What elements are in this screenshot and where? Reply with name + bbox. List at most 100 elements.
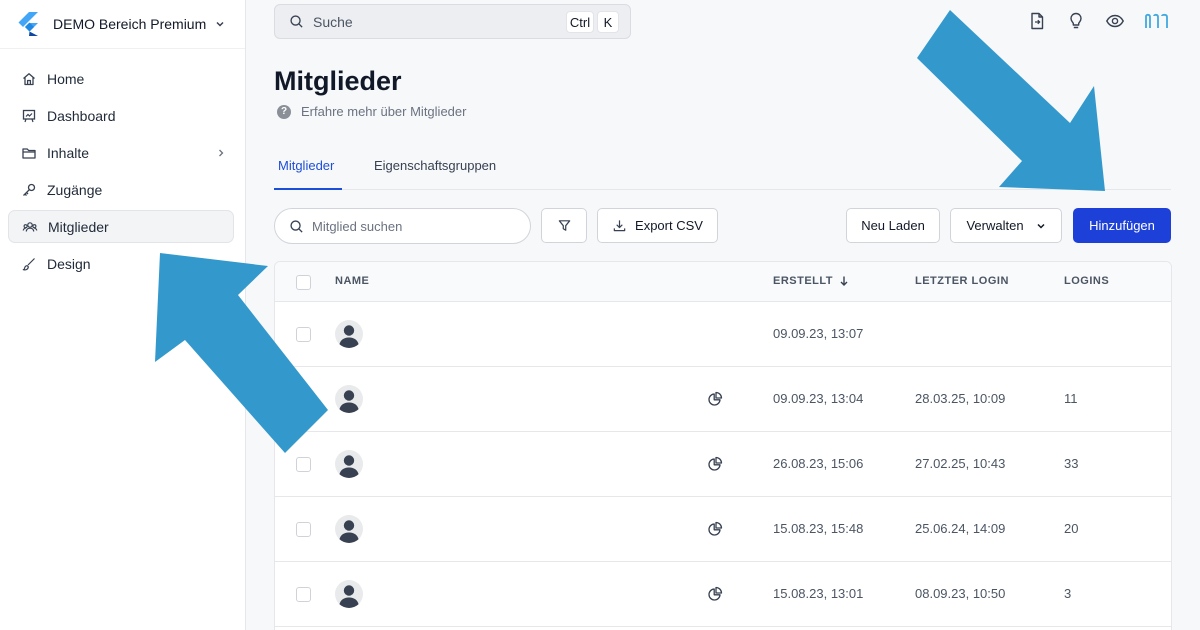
column-created[interactable]: ERSTELLT xyxy=(773,275,850,287)
created-cell: 09.09.23, 13:07 xyxy=(773,326,864,341)
global-search-label: Suche xyxy=(313,13,353,30)
column-name-label: NAME xyxy=(335,275,370,287)
filter-icon xyxy=(558,220,570,231)
last-login-cell: 28.03.25, 10:09 xyxy=(915,391,1006,406)
chevron-right-icon xyxy=(219,149,224,156)
brush-icon xyxy=(22,257,35,270)
sidebar-item-home[interactable]: Home xyxy=(8,62,234,95)
page-title: Mitglieder xyxy=(274,66,402,96)
search-icon xyxy=(290,219,303,233)
sidebar-item-label: Mitglieder xyxy=(48,218,109,235)
avatar xyxy=(335,580,363,608)
add-member-button[interactable]: Hinzufügen xyxy=(1073,208,1171,243)
row-checkbox[interactable] xyxy=(296,457,311,472)
user-silhouette-icon xyxy=(339,390,359,413)
manage-label: Verwalten xyxy=(966,218,1024,233)
sidebar-item-zugaenge[interactable]: Zugänge xyxy=(8,173,234,206)
last-login-cell: 25.06.24, 14:09 xyxy=(915,521,1006,536)
avatar xyxy=(335,320,363,348)
eye-icon xyxy=(1106,14,1124,28)
sidebar-item-label: Zugänge xyxy=(47,181,103,198)
table-row[interactable]: 15.08.23, 13:01 08.09.23, 10:50 3 xyxy=(275,562,1171,627)
sidebar-item-label: Home xyxy=(47,70,85,87)
created-cell: 26.08.23, 15:06 xyxy=(773,456,864,471)
last-login-cell: 27.02.25, 10:43 xyxy=(915,456,1006,471)
filter-button[interactable] xyxy=(541,208,587,243)
reload-label: Neu Laden xyxy=(861,218,925,233)
export-csv-button[interactable]: Export CSV xyxy=(597,208,718,243)
reload-button[interactable]: Neu Laden xyxy=(846,208,940,243)
sidebar-nav: Home Dashboard Inhalte Zugänge Mitgliede… xyxy=(0,49,245,280)
global-search[interactable]: Suche Ctrl K xyxy=(274,4,631,39)
column-logins[interactable]: LOGINS xyxy=(1064,275,1109,287)
sidebar-item-dashboard[interactable]: Dashboard xyxy=(8,99,234,132)
sidebar-item-mitglieder[interactable]: Mitglieder xyxy=(8,210,234,243)
download-icon xyxy=(613,220,626,232)
row-checkbox[interactable] xyxy=(296,392,311,407)
help-link[interactable]: ? Erfahre mehr über Mitglieder xyxy=(277,104,466,119)
workspace-name: DEMO Bereich Premium xyxy=(53,16,207,32)
brand-logo-icon xyxy=(1145,13,1168,28)
user-silhouette-icon xyxy=(339,585,359,608)
key-icon xyxy=(23,183,36,196)
home-icon xyxy=(23,72,35,85)
member-search[interactable] xyxy=(274,208,531,244)
table-row[interactable]: 09.09.23, 13:07 xyxy=(275,302,1171,367)
sidebar: DEMO Bereich Premium Home Dashboard Inha… xyxy=(0,0,246,630)
shortcut-ctrl: Ctrl xyxy=(566,11,594,33)
tab-eigenschaftsgruppen[interactable]: Eigenschaftsgruppen xyxy=(374,158,496,173)
select-all-checkbox[interactable] xyxy=(296,275,311,290)
pie-chart-icon[interactable] xyxy=(707,456,723,472)
avatar xyxy=(335,450,363,478)
column-last-login-label: LETZTER LOGIN xyxy=(915,275,1009,287)
folder-icon xyxy=(22,147,36,159)
table-header: NAME ERSTELLT LETZTER LOGIN LOGINS xyxy=(275,262,1171,302)
sidebar-item-design[interactable]: Design xyxy=(8,247,234,280)
member-search-input[interactable] xyxy=(312,218,502,234)
presentation-icon xyxy=(22,109,36,122)
export-csv-label: Export CSV xyxy=(635,218,703,233)
workspace-switcher[interactable]: DEMO Bereich Premium xyxy=(0,0,245,49)
created-cell: 09.09.23, 13:04 xyxy=(773,391,864,406)
flutter-logo-icon xyxy=(18,12,38,36)
avatar xyxy=(335,385,363,413)
manage-dropdown[interactable]: Verwalten xyxy=(950,208,1062,243)
tab-bar: Mitglieder Eigenschaftsgruppen xyxy=(274,150,1171,190)
search-icon xyxy=(290,15,303,28)
lightbulb-icon xyxy=(1070,12,1082,29)
chevron-down-icon xyxy=(216,21,224,27)
help-text: Erfahre mehr über Mitglieder xyxy=(301,104,467,119)
table-row[interactable]: 09.09.23, 13:04 28.03.25, 10:09 11 xyxy=(275,367,1171,432)
column-name[interactable]: NAME xyxy=(335,275,369,287)
preview-button[interactable] xyxy=(1104,10,1126,32)
chevron-right-icon xyxy=(219,260,224,267)
column-created-label: ERSTELLT xyxy=(773,275,834,287)
ideas-button[interactable] xyxy=(1065,10,1087,32)
row-checkbox[interactable] xyxy=(296,522,311,537)
column-last-login[interactable]: LETZTER LOGIN xyxy=(915,275,1009,287)
table-row[interactable]: 26.08.23, 15:06 27.02.25, 10:43 33 xyxy=(275,432,1171,497)
column-logins-label: LOGINS xyxy=(1064,275,1110,287)
avatar xyxy=(335,515,363,543)
row-checkbox[interactable] xyxy=(296,587,311,602)
file-arrow-icon xyxy=(1031,12,1044,30)
file-arrow-button[interactable] xyxy=(1026,10,1048,32)
user-silhouette-icon xyxy=(339,520,359,543)
active-tab-indicator xyxy=(274,188,342,190)
tab-mitglieder[interactable]: Mitglieder xyxy=(278,158,334,173)
top-icon-bar xyxy=(1026,10,1188,32)
logins-cell: 20 xyxy=(1064,521,1079,536)
users-icon xyxy=(22,221,38,232)
user-silhouette-icon xyxy=(339,455,359,478)
brand-button[interactable] xyxy=(1143,10,1171,32)
created-cell: 15.08.23, 15:48 xyxy=(773,521,864,536)
table-row[interactable]: 15.08.23, 15:48 25.06.24, 14:09 20 xyxy=(275,497,1171,562)
pie-chart-icon[interactable] xyxy=(707,521,723,537)
sidebar-item-inhalte[interactable]: Inhalte xyxy=(8,136,234,169)
row-checkbox[interactable] xyxy=(296,327,311,342)
logins-cell: 33 xyxy=(1064,456,1079,471)
add-member-label: Hinzufügen xyxy=(1089,218,1155,233)
sidebar-item-label: Dashboard xyxy=(47,107,116,124)
pie-chart-icon[interactable] xyxy=(707,391,723,407)
pie-chart-icon[interactable] xyxy=(707,586,723,602)
